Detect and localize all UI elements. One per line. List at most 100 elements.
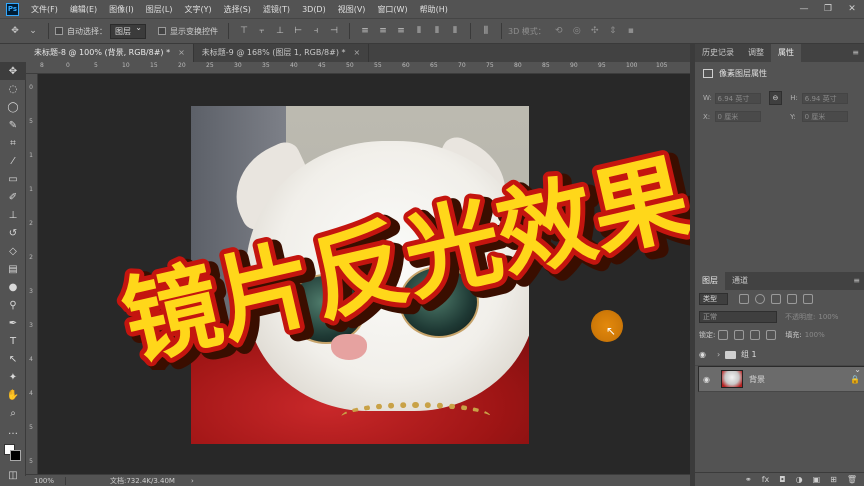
auto-align-icon[interactable]: ⫼ bbox=[481, 26, 491, 36]
menu-edit[interactable]: 编辑(E) bbox=[64, 4, 103, 15]
layer-row-background[interactable]: ◉ 背景 🔒 bbox=[698, 365, 864, 392]
more-tools-icon[interactable]: … bbox=[0, 422, 26, 440]
height-field[interactable]: 6.94 英寸 bbox=[801, 92, 848, 104]
align-bottom-icon[interactable]: ⊥ bbox=[275, 26, 285, 36]
distribute-left-icon[interactable]: ⦀ bbox=[414, 26, 424, 36]
menu-layer[interactable]: 图层(L) bbox=[140, 4, 179, 15]
auto-select-checkbox[interactable] bbox=[55, 27, 63, 35]
gradient-tool-icon[interactable]: ▤ bbox=[0, 260, 26, 278]
fill-field[interactable]: 100% bbox=[805, 331, 825, 339]
tab-properties[interactable]: 属性 bbox=[771, 44, 801, 62]
3d-roll-icon[interactable]: ◎ bbox=[572, 26, 582, 36]
zoom-level[interactable]: 100% bbox=[26, 476, 66, 485]
quickmask-icon[interactable]: ◫ bbox=[0, 466, 26, 484]
dodge-tool-icon[interactable]: ⚲ bbox=[0, 296, 26, 314]
close-button[interactable]: ✕ bbox=[840, 0, 864, 18]
zoom-tool-icon[interactable]: ⌕ bbox=[0, 404, 26, 422]
tab-history[interactable]: 历史记录 bbox=[695, 44, 741, 62]
tab-adjustments[interactable]: 调整 bbox=[741, 44, 771, 62]
panel-menu-icon[interactable]: ≡ bbox=[848, 272, 864, 290]
distribute-hcenter-icon[interactable]: ⦀ bbox=[432, 26, 442, 36]
opacity-field[interactable]: 100% bbox=[818, 313, 838, 321]
history-brush-tool-icon[interactable]: ↺ bbox=[0, 224, 26, 242]
lock-pixels-icon[interactable] bbox=[718, 330, 729, 340]
eyedropper-tool-icon[interactable]: ⁄ bbox=[0, 152, 26, 170]
filter-pixel-icon[interactable] bbox=[739, 294, 749, 304]
tab-channels[interactable]: 通道 bbox=[725, 272, 755, 290]
menu-image[interactable]: 图像(I) bbox=[103, 4, 140, 15]
x-field[interactable]: 0 厘米 bbox=[714, 111, 761, 122]
move-tool-icon[interactable]: ✥ bbox=[0, 62, 26, 80]
delete-layer-icon[interactable]: 🗑 bbox=[847, 475, 857, 484]
layer-kind-filter[interactable]: 类型 bbox=[699, 293, 728, 305]
marquee-tool-icon[interactable]: ◌ bbox=[0, 80, 26, 98]
visibility-eye-icon[interactable]: ◉ bbox=[703, 375, 715, 384]
distribute-top-icon[interactable]: ≡ bbox=[360, 26, 370, 36]
status-menu-arrow[interactable]: › bbox=[191, 477, 194, 485]
align-vcenter-icon[interactable]: ⫟ bbox=[257, 26, 267, 36]
path-select-tool-icon[interactable]: ↖ bbox=[0, 350, 26, 368]
link-icon[interactable]: ⊖ bbox=[768, 91, 783, 105]
filter-type-icon[interactable] bbox=[771, 294, 781, 304]
restore-button[interactable]: ❐ bbox=[816, 0, 840, 18]
close-icon[interactable]: × bbox=[354, 48, 361, 57]
3d-drag-icon[interactable]: ✣ bbox=[590, 26, 600, 36]
lasso-tool-icon[interactable]: ◯ bbox=[0, 98, 26, 116]
3d-scale-icon[interactable]: ▪ bbox=[626, 26, 636, 36]
add-mask-icon[interactable]: ◘ bbox=[779, 475, 785, 484]
lock-all-icon[interactable] bbox=[766, 330, 777, 340]
visibility-eye-icon[interactable]: ◉ bbox=[699, 350, 711, 359]
lock-icon[interactable]: 🔒 bbox=[850, 375, 860, 384]
hand-tool-icon[interactable]: ✋ bbox=[0, 386, 26, 404]
width-field[interactable]: 6.94 英寸 bbox=[714, 92, 761, 104]
quick-select-tool-icon[interactable]: ✎ bbox=[0, 116, 26, 134]
shape-tool-icon[interactable]: ✦ bbox=[0, 368, 26, 386]
auto-select-dropdown[interactable]: 图层 bbox=[110, 23, 146, 39]
filter-smart-icon[interactable] bbox=[803, 294, 813, 304]
align-hcenter-icon[interactable]: ⫞ bbox=[311, 26, 321, 36]
panel-menu-icon[interactable]: ≡ bbox=[847, 44, 864, 62]
color-swatches-icon[interactable] bbox=[0, 440, 26, 466]
type-tool-icon[interactable]: T bbox=[0, 332, 26, 350]
show-transform-checkbox[interactable] bbox=[158, 27, 166, 35]
filter-shape-icon[interactable] bbox=[787, 294, 797, 304]
move-tool-preset-icon[interactable]: ✥ bbox=[10, 26, 20, 36]
chevron-right-icon[interactable]: › bbox=[717, 350, 725, 359]
menu-filter[interactable]: 滤镜(T) bbox=[257, 4, 296, 15]
blend-mode-dropdown[interactable]: 正常 bbox=[699, 311, 777, 323]
menu-help[interactable]: 帮助(H) bbox=[414, 4, 454, 15]
eraser-tool-icon[interactable]: ◇ bbox=[0, 242, 26, 260]
tab-layers[interactable]: 图层 bbox=[695, 272, 725, 290]
adjustment-layer-icon[interactable]: ◑ bbox=[796, 475, 803, 484]
stamp-tool-icon[interactable]: ⊥ bbox=[0, 206, 26, 224]
menu-select[interactable]: 选择(S) bbox=[218, 4, 257, 15]
menu-file[interactable]: 文件(F) bbox=[25, 4, 64, 15]
crop-tool-icon[interactable]: ⌗ bbox=[0, 134, 26, 152]
layer-row-group[interactable]: ◉ › 组 1 bbox=[695, 344, 864, 366]
brush-tool-icon[interactable]: ✐ bbox=[0, 188, 26, 206]
menu-view[interactable]: 视图(V) bbox=[332, 4, 372, 15]
tab-document-8[interactable]: 未标题-8 @ 100% (背景, RGB/8#) * × bbox=[26, 44, 194, 62]
pen-tool-icon[interactable]: ✒ bbox=[0, 314, 26, 332]
lock-artboard-icon[interactable] bbox=[750, 330, 761, 340]
close-icon[interactable]: × bbox=[178, 48, 185, 57]
menu-type[interactable]: 文字(Y) bbox=[178, 4, 217, 15]
blur-tool-icon[interactable]: ● bbox=[0, 278, 26, 296]
align-right-icon[interactable]: ⊣ bbox=[329, 26, 339, 36]
distribute-right-icon[interactable]: ⦀ bbox=[450, 26, 460, 36]
align-left-icon[interactable]: ⊢ bbox=[293, 26, 303, 36]
link-layers-icon[interactable]: ⚭ bbox=[745, 475, 752, 484]
lock-position-icon[interactable] bbox=[734, 330, 745, 340]
chevron-down-icon[interactable]: ⌄ bbox=[28, 26, 38, 36]
new-group-icon[interactable]: ▣ bbox=[813, 475, 821, 484]
new-layer-icon[interactable]: ⊞ bbox=[830, 475, 837, 484]
menu-3d[interactable]: 3D(D) bbox=[296, 5, 332, 14]
heal-tool-icon[interactable]: ▭ bbox=[0, 170, 26, 188]
layer-style-icon[interactable]: fx bbox=[762, 475, 770, 484]
distribute-vcenter-icon[interactable]: ≡ bbox=[378, 26, 388, 36]
show-transform-option[interactable]: 显示变换控件 bbox=[158, 26, 218, 37]
3d-slide-icon[interactable]: ⇕ bbox=[608, 26, 618, 36]
y-field[interactable]: 0 厘米 bbox=[801, 111, 848, 122]
align-top-icon[interactable]: ⊤ bbox=[239, 26, 249, 36]
3d-rotate-icon[interactable]: ⟲ bbox=[554, 26, 564, 36]
